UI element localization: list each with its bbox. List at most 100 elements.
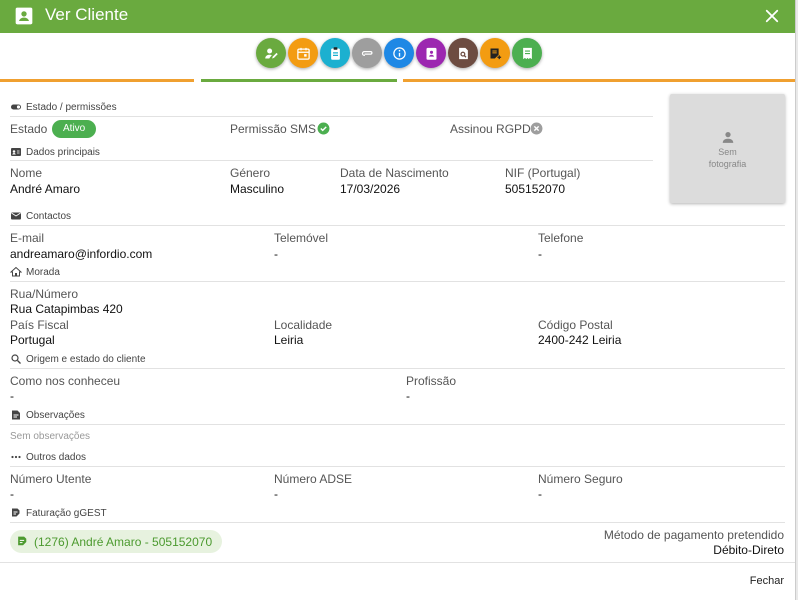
section-outros-label: Outros dados [26,451,87,463]
section-estado: Estado / permissões [10,101,117,113]
document-search-button[interactable] [448,38,478,68]
add-note-button[interactable] [480,38,510,68]
divider [10,368,785,369]
ver-cliente-dialog: Ver Cliente Estado / permissões Estado A… [0,0,796,600]
conheceu-value: - [10,389,14,403]
billing-client-chip-label: (1276) André Amaro - 505152070 [34,534,213,549]
telefone-value: - [538,247,542,261]
section-observacoes-label: Observações [26,409,85,421]
person-icon [722,132,734,143]
utente-value: - [10,487,14,501]
records-button[interactable] [320,38,350,68]
action-toolbar [0,38,795,70]
home-icon [10,266,22,277]
invoice-edit-icon [12,508,20,517]
codigo-postal-value: 2400-242 Leiria [538,333,622,347]
receipt-icon [522,47,532,59]
localidade-value: Leiria [274,333,304,347]
search-icon [11,354,21,364]
seguro-label: Número Seguro [538,472,623,486]
estado-label: Estado [10,122,48,136]
check-circle-icon [317,122,330,135]
profissao-label: Profissão [406,374,457,388]
info-button[interactable] [384,38,414,68]
section-faturacao-label: Faturação gGEST [26,507,107,519]
email-label: E-mail [10,231,45,245]
tab-segment-active [201,79,397,82]
photo-placeholder[interactable]: Sem fotografia [670,94,785,203]
adse-label: Número ADSE [274,472,353,486]
divider [10,424,785,425]
edit-user-icon [264,48,278,58]
close-icon[interactable] [763,7,781,25]
email-value: andreamaro@infordio.com [10,247,153,261]
seguro-value: - [538,487,542,501]
genero-label: Género [230,166,271,180]
info-icon [392,46,406,60]
schedule-button[interactable] [288,38,318,68]
tab-segment-right [403,79,795,82]
divider [10,281,785,282]
section-contactos: Contactos [10,210,71,222]
document-search-icon [458,47,468,59]
client-card-button[interactable] [416,38,446,68]
note-add-icon [490,48,501,59]
divider [10,160,653,161]
utente-label: Número Utente [10,472,92,486]
contact-card-icon [15,7,33,25]
section-dados-label: Dados principais [26,146,100,158]
dialog-title: Ver Cliente [45,5,129,24]
rua-value: Rua Catapimbas 420 [10,302,123,316]
profissao-value: - [406,389,410,403]
conheceu-label: Como nos conheceu [10,374,121,388]
nascimento-value: 17/03/2026 [340,182,401,196]
divider [10,116,653,117]
section-dados: Dados principais [10,146,100,158]
cancel-circle-icon [530,122,543,135]
nome-value: André Amaro [10,182,81,196]
title-bar: Ver Cliente [0,0,795,33]
pais-label: País Fiscal [10,318,69,332]
status-badge: Ativo [52,120,97,138]
tab-segment-left [0,79,194,82]
section-origem-label: Origem e estado do cliente [26,353,146,365]
telemovel-label: Telemóvel [274,231,329,245]
metodo-pagamento-label: Método de pagamento pretendido [603,528,784,542]
tab-indicator [0,79,795,83]
section-outros: Outros dados [10,451,86,463]
mail-icon [11,212,21,220]
attachment-icon [361,50,372,56]
calendar-icon [296,47,310,60]
footer-divider [0,562,795,563]
metodo-pagamento-value: Débito-Direto [713,543,784,557]
contact-card-icon [426,47,436,60]
attachments-button[interactable] [352,38,382,68]
note-icon [12,410,20,420]
rgpd-label: Assinou RGPD [450,122,531,136]
telemovel-value: - [274,247,278,261]
clipboard-icon [330,46,340,60]
edit-client-button[interactable] [256,38,286,68]
photo-placeholder-text: Sem fotografia [708,147,747,169]
rua-label: Rua/Número [10,287,79,301]
sms-permission-label: Permissão SMS [230,122,317,136]
close-button[interactable]: Fechar [750,575,784,587]
pais-value: Portugal [10,333,55,347]
toggle-icon [11,104,21,110]
nascimento-label: Data de Nascimento [340,166,449,180]
section-faturacao: Faturação gGEST [10,507,107,519]
more-horizontal-icon [11,455,21,459]
invoice-edit-icon [18,536,27,546]
codigo-postal-label: Código Postal [538,318,613,332]
id-card-icon [11,148,21,156]
divider [10,466,785,467]
divider [10,225,785,226]
telefone-label: Telefone [538,231,584,245]
billing-client-chip[interactable]: (1276) André Amaro - 505152070 [10,530,223,553]
section-estado-label: Estado / permissões [26,101,117,113]
section-observacoes: Observações [10,409,85,421]
nif-value: 505152070 [505,182,566,196]
observacoes-empty: Sem observações [10,431,91,442]
invoice-button[interactable] [512,38,542,68]
genero-value: Masculino [230,182,285,196]
